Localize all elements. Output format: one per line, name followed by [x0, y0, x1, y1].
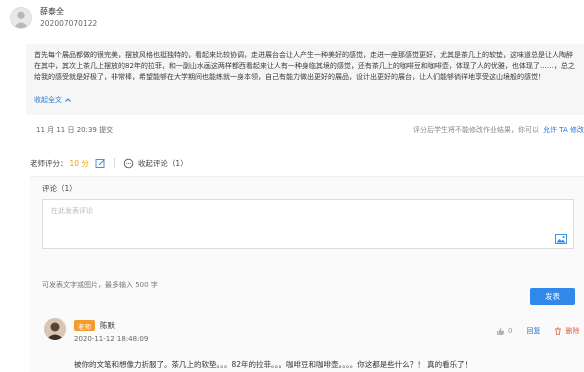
reply-author: 陈默 — [100, 321, 115, 330]
essay-content: 首先每个展品都做的很完美，摆放风格也挺独特的，看起来比较协调，走进展台会让人产生… — [26, 44, 584, 115]
score-row: 老师评分： 10 分 收起评论（1） — [30, 156, 188, 170]
comment-placeholder: 在此发表评论 — [51, 207, 93, 215]
user-name: 薛泰全 — [40, 7, 64, 16]
reply-button[interactable]: 回复 — [526, 326, 540, 336]
reply-time: 2020-11-12 18:48:09 — [74, 335, 149, 343]
avatar[interactable] — [10, 7, 32, 29]
chevron-up-icon — [65, 98, 71, 102]
divider — [113, 158, 115, 168]
send-comment-button[interactable]: 发表 — [530, 288, 575, 305]
like-count: 0 — [508, 327, 513, 335]
reply-text: 被你的文笔和想像力折服了。茶几上的软垫。。。82年的拉菲。。。咖啡豆和咖啡壶。。… — [74, 360, 473, 369]
score-value: 10 分 — [69, 158, 89, 168]
edit-score-icon[interactable] — [95, 158, 106, 169]
avatar-icon — [11, 8, 31, 28]
trash-icon[interactable] — [554, 327, 562, 335]
reply-actions: 0 回复 删除 — [496, 326, 579, 336]
collapse-comments-link[interactable]: 收起评论（1） — [138, 158, 188, 169]
user-id: 202007070122 — [40, 19, 98, 28]
submit-row: 11 月 11 日 20:39 提交 评分后学生将不能修改作业结果，你可以 允许 … — [36, 125, 584, 137]
comment-hint: 可发表文字或图片，最多输入 500 字 — [42, 281, 158, 289]
comment-input[interactable]: 在此发表评论 — [42, 199, 574, 249]
submit-time: 11 月 11 日 20:39 提交 — [36, 126, 114, 134]
essay-text: 首先每个展品都做的很完美，摆放风格也挺独特的，看起来比较协调，走进展台会让人产生… — [34, 51, 575, 81]
comment-icon — [123, 158, 134, 168]
allow-modify-link[interactable]: 允许 TA 修改 — [543, 126, 584, 134]
comment-section: 评论（1） 在此发表评论 可发表文字或图片，最多输入 500 字 发表 老师 陈… — [30, 176, 584, 372]
score-notice: 评分后学生将不能修改作业结果，你可以 允许 TA 修改 — [413, 125, 584, 137]
reply-avatar[interactable] — [44, 318, 66, 340]
collapse-essay-label: 收起全文 — [34, 96, 62, 104]
thumbs-up-icon[interactable] — [496, 327, 505, 336]
delete-button[interactable]: 删除 — [565, 326, 579, 336]
user-header: 薛泰全 202007070122 — [0, 0, 584, 36]
teacher-badge: 老师 — [74, 320, 95, 331]
score-notice-text: 评分后学生将不能修改作业结果，你可以 — [413, 126, 540, 134]
collapse-essay-link[interactable]: 收起全文 — [34, 95, 72, 105]
score-label: 老师评分： — [30, 158, 68, 168]
comment-title: 评论（1） — [42, 184, 77, 193]
user-avatar-icon — [44, 318, 66, 340]
image-upload-icon[interactable] — [555, 234, 567, 244]
